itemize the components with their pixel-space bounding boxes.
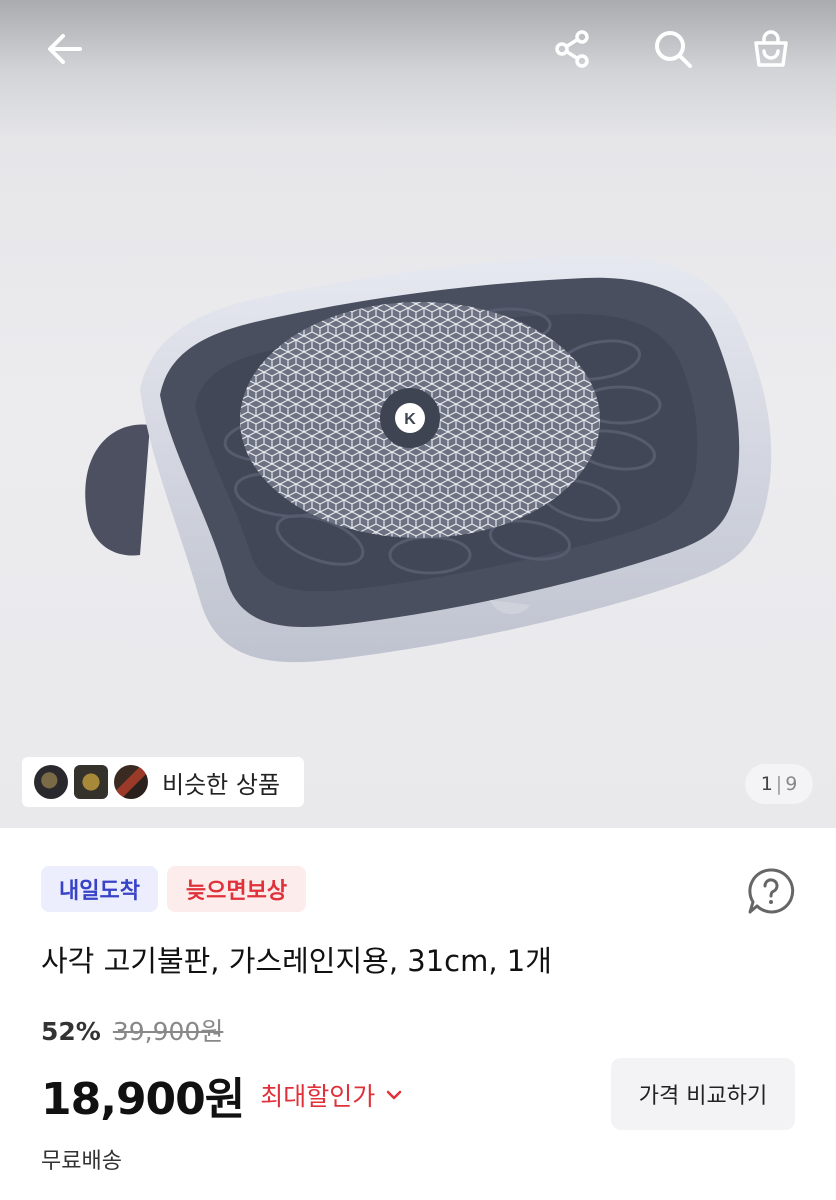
price-row: 18,900원 최대할인가	[41, 1063, 405, 1127]
similar-thumb-3	[114, 765, 148, 799]
discount-row: 52% 39,900원	[41, 1012, 223, 1048]
back-arrow-icon	[48, 34, 82, 64]
original-price: 39,900원	[112, 1017, 224, 1046]
product-photo: K	[85, 254, 772, 663]
search-icon	[655, 31, 692, 68]
product-title: 사각 고기불판, 가스레인지용, 31cm, 1개	[41, 944, 552, 978]
share-icon	[555, 30, 589, 68]
question-bubble-icon	[748, 868, 795, 914]
late-compensation-badge: 늦으면보상	[167, 866, 306, 912]
image-pager: 1 | 9	[745, 764, 813, 804]
chevron-down-icon	[387, 1090, 402, 1100]
pager-current: 1	[760, 773, 773, 795]
search-button[interactable]	[646, 22, 700, 76]
shipping-info: 무료배송	[41, 1149, 122, 1174]
help-button[interactable]	[746, 866, 796, 916]
discount-rate: 52%	[41, 1017, 101, 1046]
price-compare-button[interactable]: 가격 비교하기	[611, 1058, 795, 1130]
shopping-bag-icon	[754, 30, 788, 67]
similar-thumb-1	[34, 765, 68, 799]
max-discount-toggle[interactable]: 최대할인가	[260, 1077, 405, 1113]
back-button[interactable]	[38, 22, 92, 76]
sale-price: 18,900원	[41, 1074, 245, 1125]
pager-total: 9	[785, 773, 798, 795]
similar-products-label: 비슷한 상품	[162, 770, 281, 799]
max-discount-label: 최대할인가	[260, 1082, 376, 1111]
similar-thumb-2	[74, 765, 108, 799]
logo-letter: K	[404, 411, 416, 428]
share-button[interactable]	[546, 22, 600, 76]
grill-pan-graphic: K	[85, 254, 772, 663]
cart-button[interactable]	[744, 22, 798, 76]
arrival-badge: 내일도착	[41, 866, 158, 912]
pager-separator: |	[775, 773, 783, 795]
similar-products-button[interactable]: 비슷한 상품	[22, 757, 304, 807]
product-image-area[interactable]: K 비슷한 상품 1 | 9	[0, 0, 836, 828]
